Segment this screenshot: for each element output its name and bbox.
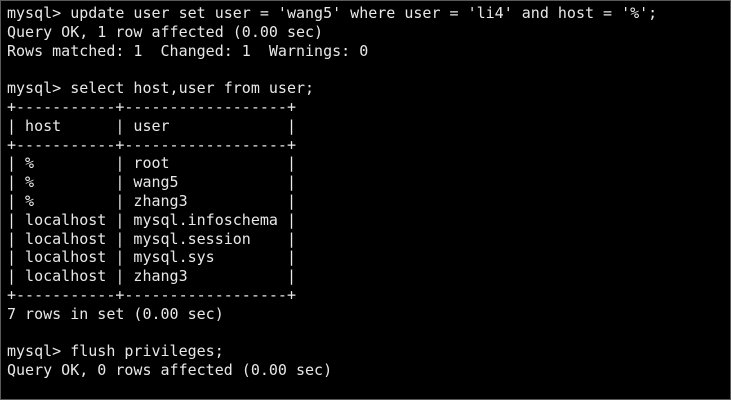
table-row: | localhost | mysql.session | — [7, 229, 296, 248]
table-row: | % | root | — [7, 154, 296, 173]
table-border-bottom: +-----------+------------------+ — [7, 285, 296, 304]
table-row: | localhost | mysql.infoschema | — [7, 210, 296, 229]
table-row: | % | zhang3 | — [7, 191, 296, 210]
output-line-rows-in-set: 7 rows in set (0.00 sec) — [7, 304, 224, 323]
output-line-rows-matched: Rows matched: 1 Changed: 1 Warnings: 0 — [7, 41, 369, 60]
command-line-select: mysql> select host,user from user; — [7, 79, 315, 98]
terminal-window[interactable]: mysql> update user set user = 'wang5' wh… — [0, 0, 731, 400]
table-row: | localhost | mysql.sys | — [7, 248, 296, 267]
table-header-row: | host | user | — [7, 116, 296, 135]
table-row: | % | wang5 | — [7, 173, 296, 192]
table-row: | localhost | zhang3 | — [7, 267, 296, 286]
command-line-flush: mysql> flush privileges; — [7, 342, 224, 361]
command-line-update: mysql> update user set user = 'wang5' wh… — [7, 4, 658, 22]
table-border-header: +-----------+------------------+ — [7, 135, 296, 154]
output-line-query-ok: Query OK, 0 rows affected (0.00 sec) — [7, 361, 333, 380]
table-border-top: +-----------+------------------+ — [7, 97, 296, 116]
output-line-query-ok: Query OK, 1 row affected (0.00 sec) — [7, 22, 324, 41]
